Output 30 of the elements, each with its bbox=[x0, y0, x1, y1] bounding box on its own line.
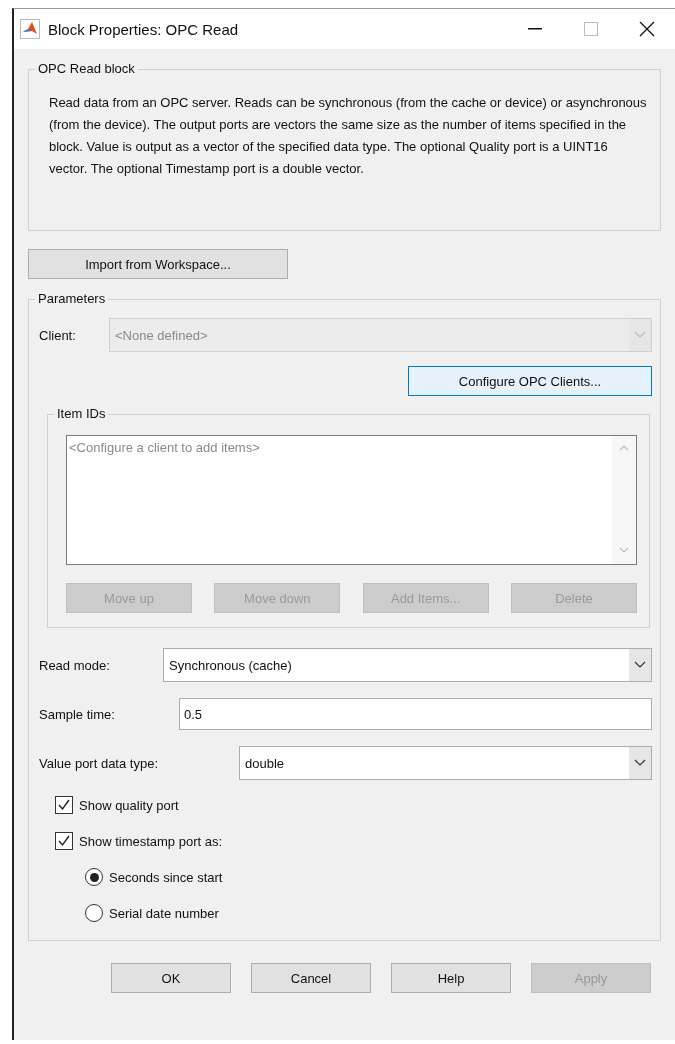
field-label: Client: bbox=[39, 327, 77, 343]
radio-label: Serial date number bbox=[109, 905, 219, 921]
window-title: Block Properties: OPC Read bbox=[48, 20, 240, 38]
group-title: OPC Read block bbox=[35, 61, 138, 76]
dialog-button[interactable]: OK bbox=[111, 963, 231, 993]
read-mode-dropdown[interactable]: Synchronous (cache) bbox=[163, 648, 652, 682]
field-label: Read mode: bbox=[39, 657, 111, 673]
import-button[interactable]: Import from Workspace... bbox=[28, 249, 288, 279]
checkbox[interactable] bbox=[55, 796, 73, 814]
radio-button[interactable] bbox=[85, 868, 103, 886]
sample-time-field[interactable]: 0.5 bbox=[179, 698, 652, 730]
radio-button[interactable] bbox=[85, 904, 103, 922]
matlab-logo-icon bbox=[20, 19, 40, 39]
group-title: Item IDs bbox=[54, 406, 109, 421]
item-list[interactable]: <Configure a client to add items> bbox=[66, 435, 637, 565]
radio-label: Seconds since start bbox=[109, 869, 223, 885]
close-icon[interactable] bbox=[639, 21, 655, 37]
dialog-button[interactable]: Cancel bbox=[251, 963, 371, 993]
scrollbar-icon[interactable] bbox=[612, 436, 636, 564]
checkbox-label: Show quality port bbox=[79, 797, 179, 813]
dialog-button[interactable]: Help bbox=[391, 963, 511, 993]
checkbox-label: Show timestamp port as: bbox=[79, 833, 223, 849]
minimize-icon[interactable] bbox=[528, 28, 542, 30]
checkbox[interactable] bbox=[55, 832, 73, 850]
description-text: Read data from an OPC server. Reads can be synchronous (from the cache or device) or asynchronous (from the device). The output ports are vectors the same size as the number of items specified in the block. Value is output as a vector of the specified data type. The optional Quality port is a UINT16 vector. The optional Timestamp port is a double vector. bbox=[49, 94, 648, 178]
field-label: Value port data type: bbox=[39, 755, 159, 771]
group-title: Parameters bbox=[35, 291, 109, 306]
data-type-dropdown[interactable]: double bbox=[239, 746, 652, 780]
configure-button[interactable]: Configure OPC Clients... bbox=[408, 366, 652, 396]
field-label: Sample time: bbox=[39, 706, 116, 722]
